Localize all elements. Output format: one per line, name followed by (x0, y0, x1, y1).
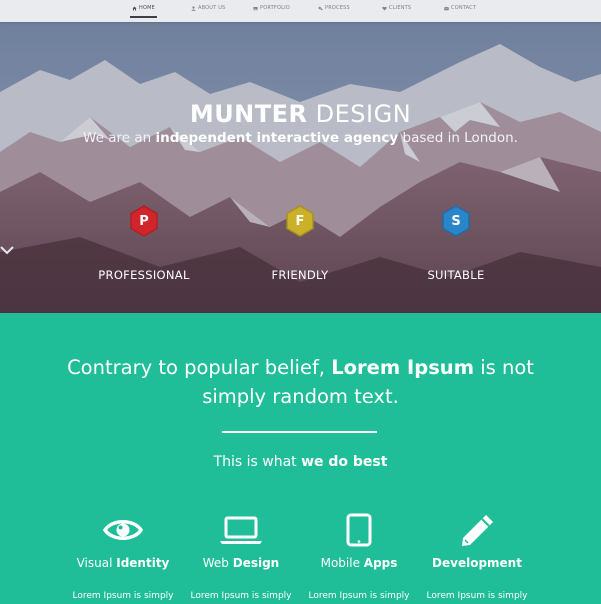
intro-quote: Contrary to popular belief, Lorem Ipsum … (60, 353, 541, 411)
friendly-letter: F (295, 213, 305, 229)
hero-section: MUNTER DESIGN We are an independent inte… (0, 22, 601, 313)
service-title-visual-identity: Visual Identity (64, 556, 182, 570)
service-title-light: Mobile (320, 556, 364, 570)
top-navigation: HOME ABOUT US PORTFOLIO PROCESS CLIENTS … (0, 0, 601, 22)
nav-label-home: HOME (139, 5, 155, 11)
hero-title-light: DESIGN (315, 100, 412, 128)
feature-label-professional: PROFESSIONAL (98, 268, 190, 282)
image-icon (253, 6, 258, 10)
service-title-web-design: Web Design (182, 556, 300, 570)
service-title-light: Visual (76, 556, 117, 570)
pencil-icon (462, 515, 493, 546)
services-heading-pre: This is what (213, 454, 302, 470)
intro-quote-pre: Contrary to popular belief, (67, 356, 332, 379)
chevron-down-icon[interactable] (0, 245, 14, 255)
suitable-letter: S (451, 213, 461, 229)
home-icon (132, 6, 137, 10)
nav-item-process[interactable]: PROCESS (318, 5, 350, 11)
gears-icon (318, 6, 323, 10)
envelope-icon (444, 6, 449, 10)
nav-label-portfolio: PORTFOLIO (260, 5, 290, 11)
heart-icon (382, 6, 387, 10)
friendly-badge: F (285, 205, 315, 237)
hero-sub-bold: independent interactive agency (155, 130, 399, 146)
hero-subtitle: We are an independent interactive agency… (0, 130, 601, 146)
hero-sub-post: based in London. (398, 130, 518, 146)
service-text: Lorem Ipsum is simply (72, 591, 174, 601)
laptop-icon (220, 516, 262, 544)
nav-active-indicator (130, 16, 157, 18)
nav-item-about-us[interactable]: ABOUT US (191, 5, 225, 11)
service-title-light: Web (202, 556, 233, 570)
intro-section: Contrary to popular belief, Lorem Ipsum … (0, 313, 601, 604)
nav-item-contact[interactable]: CONTACT (444, 5, 476, 11)
service-title-bold: Design (232, 556, 280, 570)
service-title-mobile-apps: Mobile Apps (300, 556, 418, 570)
intro-quote-bold: Lorem Ipsum (331, 356, 475, 379)
eye-icon (102, 520, 144, 540)
service-text: Lorem Ipsum is simply (190, 591, 292, 601)
nav-item-portfolio[interactable]: PORTFOLIO (253, 5, 290, 11)
professional-badge: P (129, 205, 159, 237)
nav-label-clients: CLIENTS (389, 5, 412, 11)
feature-label-suitable: SUITABLE (427, 268, 485, 282)
nav-label-process: PROCESS (325, 5, 350, 11)
service-text: Lorem Ipsum is simply (308, 591, 410, 601)
service-text: Lorem Ipsum is simply (426, 591, 528, 601)
nav-label-contact: CONTACT (451, 5, 477, 11)
nav-item-clients[interactable]: CLIENTS (382, 5, 411, 11)
nav-label-about-us: ABOUT US (198, 5, 226, 11)
tablet-icon (346, 513, 372, 547)
service-title-bold: Identity (116, 556, 170, 570)
section-divider (222, 431, 377, 433)
service-title-bold: Apps (363, 556, 398, 570)
hero-title-bold: MUNTER (189, 100, 308, 128)
suitable-badge: S (441, 205, 471, 237)
service-title-development: Development (418, 556, 536, 570)
hero-sub-pre: We are an (83, 130, 156, 146)
hero-title: MUNTER DESIGN (0, 100, 601, 128)
service-title-bold: Development (432, 556, 522, 570)
feature-label-friendly: FRIENDLY (271, 268, 329, 282)
nav-item-home[interactable]: HOME (132, 5, 155, 11)
user-icon (191, 5, 196, 11)
services-heading: This is what we do best (0, 454, 601, 470)
services-heading-bold: we do best (301, 454, 388, 470)
professional-letter: P (139, 213, 149, 229)
